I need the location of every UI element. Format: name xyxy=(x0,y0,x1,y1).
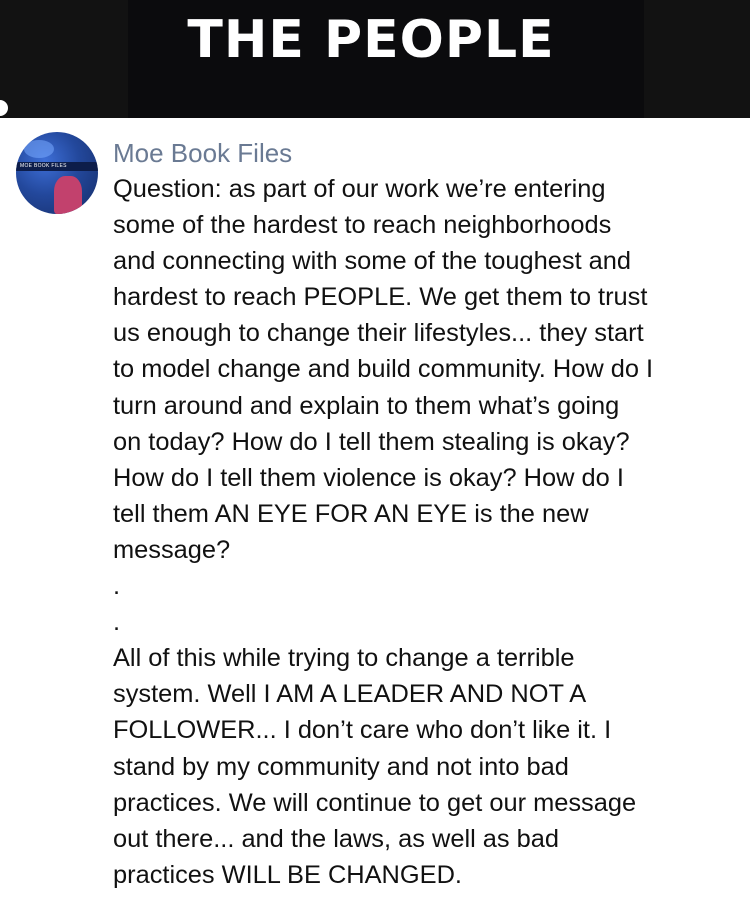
author-name-link[interactable]: Moe Book Files xyxy=(113,137,292,169)
comment-post: MOE BOOK FILES Moe Book Files Question: … xyxy=(0,118,750,906)
comment-line: out there... and the laws, as well as ba… xyxy=(113,824,560,853)
avatar-figure xyxy=(54,176,82,214)
comment-body: Question: as part of our work we’re ente… xyxy=(113,171,745,893)
comment-line: system. Well I AM A LEADER AND NOT A xyxy=(113,680,587,709)
comment-line: . xyxy=(113,608,121,637)
comment-line: How do I tell them violence is okay? How… xyxy=(113,463,624,492)
comment-line: to model change and build community. How… xyxy=(113,355,654,384)
comment-line: . xyxy=(113,572,121,601)
avatar-light xyxy=(24,140,54,158)
avatar[interactable]: MOE BOOK FILES xyxy=(16,132,98,214)
comment-line: practices WILL BE CHANGED. xyxy=(113,860,462,889)
avatar-caption: MOE BOOK FILES xyxy=(20,163,67,169)
comment-line: All of this while trying to change a ter… xyxy=(113,644,575,673)
comment-line: stand by my community and not into bad xyxy=(113,752,569,781)
header-banner-image: THE PEOPLE xyxy=(0,0,750,118)
banner-edge-dot xyxy=(0,100,8,116)
comment-line: some of the hardest to reach neighborhoo… xyxy=(113,211,612,240)
comment-line: Question: as part of our work we’re ente… xyxy=(113,175,606,203)
comment-line: on today? How do I tell them stealing is… xyxy=(113,427,630,456)
comment-line: message? xyxy=(113,535,231,564)
comment-line: turn around and explain to them what’s g… xyxy=(113,391,620,420)
comment-line: FOLLOWER... I don’t care who don’t like … xyxy=(113,716,612,745)
comment-line: tell them AN EYE FOR AN EYE is the new xyxy=(113,499,589,528)
comment-line: practices. We will continue to get our m… xyxy=(113,788,637,817)
comment-line: us enough to change their lifestyles... … xyxy=(113,319,644,348)
comment-line: hardest to reach PEOPLE. We get them to … xyxy=(113,283,648,312)
comment-line: and connecting with some of the toughest… xyxy=(113,247,632,276)
banner-title: THE PEOPLE xyxy=(187,10,555,70)
